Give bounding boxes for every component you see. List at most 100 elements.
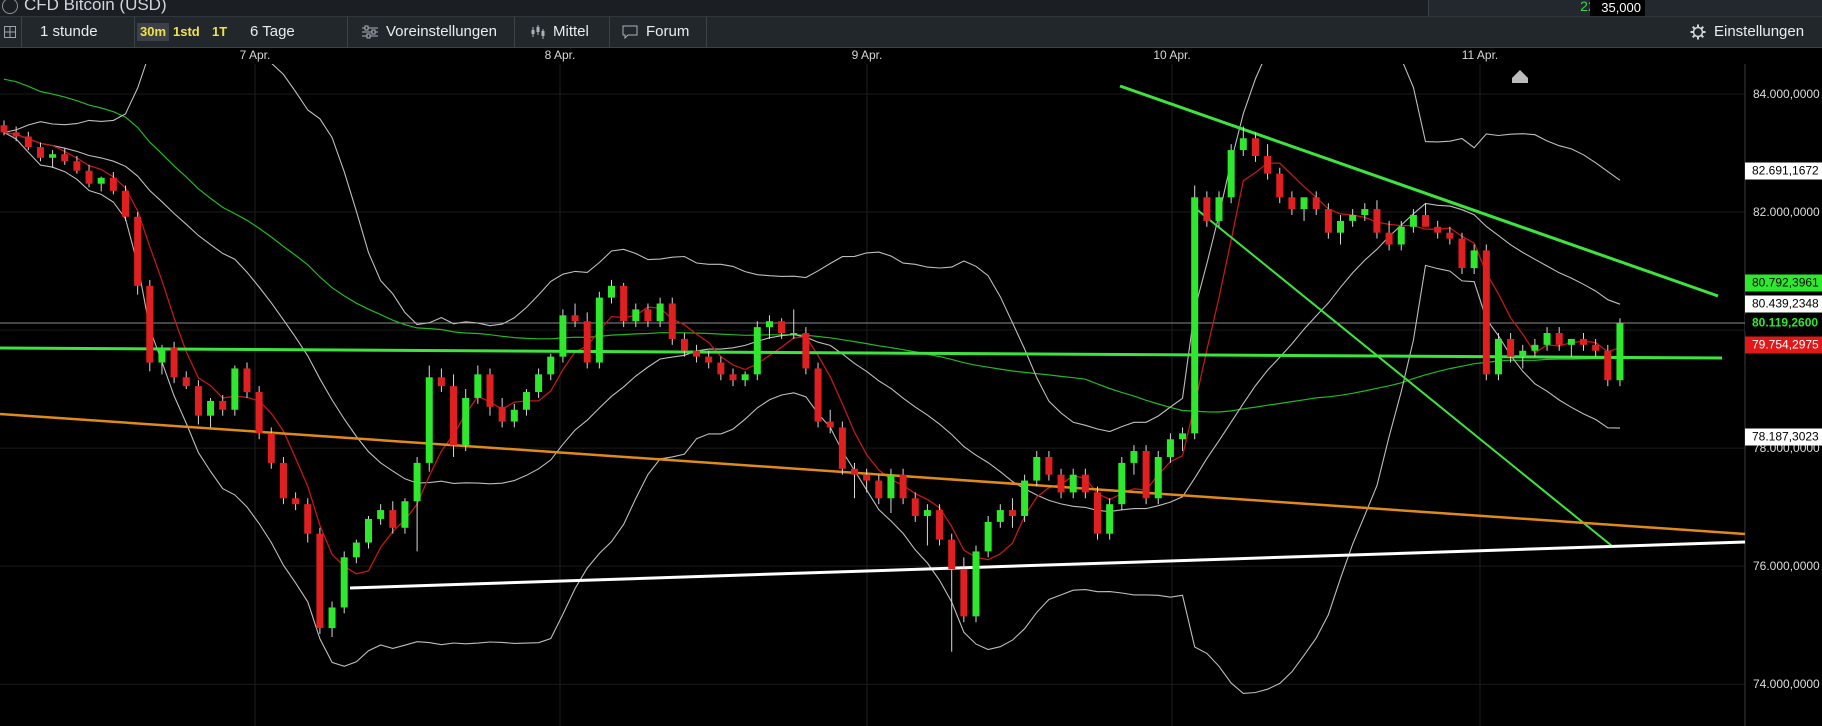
candle-up — [474, 374, 482, 398]
indicator-bars-icon — [531, 25, 545, 40]
candle-up — [595, 297, 603, 363]
candle-down — [255, 392, 263, 434]
x-axis: 7 Apr. 8 Apr. 9 Apr. 10 Apr. 11 Apr. — [0, 48, 1745, 64]
candle-up — [1191, 197, 1199, 434]
candle-down — [899, 474, 907, 499]
y-tick-label: 82.000,0000 — [1753, 205, 1820, 220]
candle-up — [365, 518, 372, 543]
candle-up — [765, 321, 773, 328]
instrument-label: CFD Bitcoin (USD) — [24, 0, 167, 14]
x-tick-label: 10 Apr. — [1153, 48, 1191, 62]
candle-down — [219, 400, 227, 410]
candle-down — [1434, 226, 1442, 233]
candle-down — [122, 190, 129, 217]
candle-down — [170, 347, 178, 378]
candle-up — [1361, 209, 1369, 215]
top-status-strip: CFD Bitcoin (USD) 227,26 35,000 — [0, 0, 1822, 17]
candle-up — [1239, 138, 1247, 151]
candle-down — [1312, 197, 1320, 210]
candle-up — [741, 374, 749, 381]
candle-down — [292, 498, 300, 505]
range-label: 6 Tage — [250, 23, 295, 40]
candle-up — [608, 285, 615, 298]
candle-down — [814, 368, 822, 422]
price-tag-white: 78.187,3023 — [1745, 428, 1822, 446]
candle-up — [462, 397, 470, 446]
candle-up — [1397, 226, 1405, 245]
candle-down — [717, 362, 725, 375]
candle-up — [547, 356, 555, 375]
timeframe-1T[interactable]: 1T — [209, 23, 230, 41]
trend-line-green-upper — [1119, 84, 1719, 298]
candle-down — [1555, 333, 1563, 345]
price-chart[interactable]: 84.000,0000 82.000,0000 78.000,0000 76.000,… — [0, 64, 1822, 726]
candle-down — [36, 147, 44, 158]
candle-down — [936, 510, 944, 540]
candle-down — [486, 374, 494, 407]
candle-down — [279, 462, 287, 499]
indicators-button[interactable]: Mittel — [515, 17, 610, 47]
chart-canvas[interactable] — [0, 64, 1822, 726]
candle-down — [243, 368, 251, 393]
candle-up — [1154, 456, 1162, 499]
candle-up — [1021, 480, 1029, 516]
candle-up — [887, 474, 895, 499]
interval-dropdown[interactable]: 1 stunde — [22, 17, 135, 47]
window-controls — [1645, 0, 1822, 16]
candle-down — [389, 510, 397, 528]
candle-down — [1507, 338, 1515, 357]
candle-up — [1179, 433, 1187, 440]
candle-up — [1349, 214, 1357, 221]
interval-label: 1 stunde — [40, 23, 98, 40]
candle-up — [340, 557, 348, 608]
settings-button[interactable]: Einstellungen — [1690, 17, 1822, 47]
candle-up — [401, 501, 409, 528]
candle-down — [304, 504, 312, 534]
candle-down — [1094, 492, 1101, 534]
candle-up — [632, 309, 640, 322]
price-tag-label: 80.119,2600 — [1752, 315, 1819, 330]
gear-icon — [1690, 24, 1706, 40]
candle-down — [1592, 344, 1600, 351]
x-tick-label: 9 Apr. — [851, 48, 883, 62]
settings-label: Einstellungen — [1714, 23, 1805, 40]
candle-down — [571, 315, 579, 322]
candle-down — [1482, 250, 1490, 375]
candle-down — [1604, 350, 1612, 381]
layout-button[interactable] — [0, 17, 22, 47]
size-cell: 35,000 — [1590, 0, 1645, 16]
candle-down — [729, 374, 737, 381]
candle-up — [510, 409, 518, 422]
timeframe-30m[interactable]: 30m — [137, 23, 170, 41]
candle-down — [134, 216, 142, 286]
bollinger-middle — [3, 131, 1621, 513]
candle-up — [923, 510, 931, 516]
candle-up — [522, 392, 530, 410]
candle-up — [1470, 250, 1478, 269]
candle-up — [413, 462, 421, 502]
candle-down — [85, 170, 93, 184]
candle-up — [1337, 220, 1344, 233]
range-dropdown[interactable]: 6 Tage — [236, 17, 348, 47]
presets-button[interactable]: Voreinstellungen — [348, 17, 515, 47]
candle-up — [1166, 439, 1174, 457]
candle-down — [620, 285, 628, 322]
candle-up — [97, 177, 105, 184]
candle-up — [753, 327, 761, 375]
price-tag-red: 79.754,2975 — [1745, 336, 1822, 354]
candle-down — [838, 427, 846, 469]
candle-up — [231, 368, 239, 410]
candle-down — [1276, 173, 1284, 198]
candle-down — [1045, 456, 1053, 475]
price-tag-last: 80.119,2600 — [1745, 314, 1822, 332]
candle-up — [328, 607, 336, 629]
instrument-header[interactable]: CFD Bitcoin (USD) — [0, 0, 205, 16]
candle-down — [12, 132, 20, 137]
timeframe-1std[interactable]: 1std — [170, 23, 203, 41]
candle-down — [316, 533, 324, 629]
candle-up — [1494, 338, 1502, 375]
forum-button[interactable]: Forum — [610, 17, 707, 47]
candle-down — [194, 386, 202, 416]
candle-down — [851, 468, 858, 475]
chat-bubble-icon — [622, 25, 638, 40]
